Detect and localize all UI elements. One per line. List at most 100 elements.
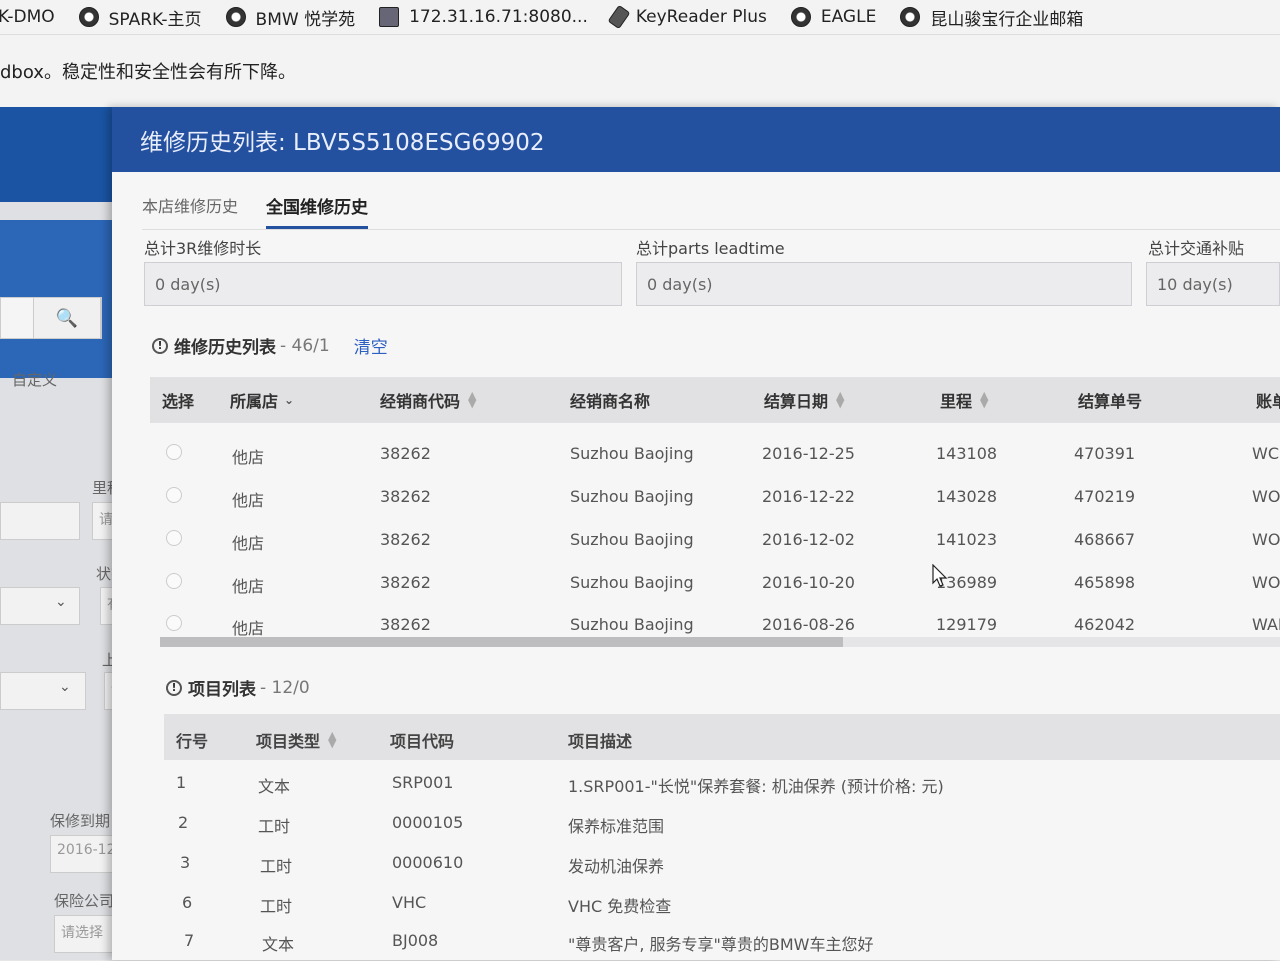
col-label: 所属店	[230, 392, 279, 411]
globe-icon	[900, 7, 921, 27]
cell-desc: 1.SRP001-"长悦"保养套餐: 机油保养 (预计价格: 元)	[568, 777, 944, 796]
cell-settle-no: 470219	[1074, 487, 1136, 506]
list-item[interactable]: 7 文本 BJ008 "尊贵客户, 服务专享"尊贵的BMW车主您好	[164, 921, 1280, 961]
col-label: 项目描述	[568, 732, 633, 751]
clear-link[interactable]: 清空	[354, 333, 388, 358]
cell-date: 2016-12-22	[762, 487, 855, 506]
col-settle-no: 结算单号	[1078, 388, 1142, 412]
cell-store: 他店	[232, 577, 265, 596]
col-line-no: 行号	[176, 728, 208, 752]
cell-settle-no: 468667	[1074, 530, 1136, 549]
cell-store: 他店	[232, 448, 265, 467]
cell-line: 1	[176, 773, 187, 792]
col-item-code: 项目代码	[390, 728, 454, 752]
cell-code: 0000610	[392, 853, 464, 872]
sort-icon: ▲ ▼	[980, 389, 989, 410]
scrollbar-thumb[interactable]	[160, 637, 843, 647]
cell-settle-no: 462042	[1074, 615, 1136, 634]
col-label: 结算单号	[1078, 392, 1143, 411]
col-item-desc: 项目描述	[568, 728, 632, 752]
cell-store: 他店	[232, 534, 265, 553]
chevron-down-icon: ⌄	[284, 393, 295, 407]
cell-code: SRP001	[392, 773, 454, 792]
modal-header: 维修历史列表: LBV5S5108ESG69902	[112, 107, 1280, 172]
search-icon: 🔍	[55, 307, 79, 329]
cell-settle-no: 470391	[1074, 444, 1136, 463]
bookmark-mail[interactable]: 昆山骏宝行企业邮箱	[900, 5, 1083, 30]
bmw-logo-icon	[790, 7, 811, 27]
bookmark-eagle[interactable]: EAGLE	[790, 7, 876, 27]
horizontal-scrollbar[interactable]	[160, 637, 1280, 647]
list-item[interactable]: 6 工时 VHC VHC 免费检查	[164, 883, 1280, 923]
cell-desc: VHC 免费检查	[568, 897, 672, 916]
summary-3r-value: 0 day(s)	[144, 262, 622, 306]
col-dealer-code[interactable]: 经销商代码 ▲ ▼	[380, 388, 476, 412]
table-row[interactable]: 他店 38262 Suzhou Baojing 2016-12-22 14302…	[150, 475, 1280, 517]
cell-line: 2	[178, 813, 189, 832]
mileage-from-field[interactable]	[0, 502, 80, 540]
col-label: 里程	[940, 392, 973, 411]
col-settle-date[interactable]: 结算日期 ▲ ▼	[764, 388, 844, 412]
items-title: 项目列表	[188, 680, 256, 700]
cell-bill: WOI	[1252, 530, 1280, 549]
summary-3r-label: 总计3R维修时长	[144, 239, 262, 258]
summary-parts-label: 总计parts leadtime	[636, 239, 785, 258]
status-select[interactable]: ⌄	[0, 587, 80, 625]
tab-divider	[142, 229, 1280, 230]
col-label: 经销商名称	[570, 392, 651, 411]
row-radio[interactable]	[166, 615, 182, 631]
list-item[interactable]: 3 工时 0000610 发动机油保养	[164, 843, 1280, 883]
repair-history-modal: 维修历史列表: LBV5S5108ESG69902 本店维修历史 全国维修历史 …	[112, 107, 1280, 960]
cell-dealer-name: Suzhou Baojing	[570, 573, 694, 592]
browser-infobar: dbox。稳定性和安全性会有所下降。	[0, 35, 1280, 107]
col-store[interactable]: 所属店 ⌄	[230, 388, 294, 412]
list-item[interactable]: 1 文本 SRP001 1.SRP001-"长悦"保养套餐: 机油保养 (预计价…	[164, 763, 1280, 803]
items-section-title: ! 项目列表 - 12/0	[166, 675, 310, 700]
table-row[interactable]: 他店 38262 Suzhou Baojing 2016-10-20 13698…	[150, 561, 1280, 603]
col-mileage[interactable]: 里程 ▲ ▼	[940, 388, 988, 412]
search-button[interactable]: 🔍	[33, 297, 101, 339]
cell-store: 他店	[232, 491, 265, 510]
table-row[interactable]: 他店 38262 Suzhou Baojing 2016-12-02 14102…	[150, 518, 1280, 560]
cell-line: 7	[184, 931, 195, 950]
last-select[interactable]: ⌄	[0, 672, 86, 710]
col-item-type[interactable]: 项目类型 ▲ ▼	[256, 728, 336, 752]
sort-icon: ▲ ▼	[328, 729, 337, 750]
bmw-logo-icon	[225, 7, 246, 27]
table-row[interactable]: 他店 38262 Suzhou Baojing 2016-12-25 14310…	[150, 432, 1280, 474]
tab-local-history[interactable]: 本店维修历史	[142, 193, 238, 229]
key-icon	[607, 4, 631, 30]
sort-icon: ▲ ▼	[468, 389, 477, 410]
bookmark-ip-address[interactable]: 172.31.16.71:8080...	[379, 7, 588, 27]
cell-bill: WOF	[1252, 573, 1280, 592]
row-radio[interactable]	[166, 444, 182, 460]
cell-line: 6	[182, 893, 193, 912]
col-label: 经销商代码	[380, 392, 461, 411]
col-label: 账单	[1256, 392, 1280, 411]
history-table-header: 选择 所属店 ⌄ 经销商代码 ▲ ▼ 经销商名称 结算日期 ▲ ▼ 里程 ▲ ▼ 结算单号 账…	[150, 377, 1280, 423]
cell-bill: WAR	[1252, 615, 1280, 634]
bookmarks-bar: K-DMO SPARK-主页 BMW 悦学苑 172.31.16.71:8080…	[0, 0, 1280, 35]
bookmark-spark[interactable]: SPARK-主页	[78, 5, 202, 30]
bookmark-label: 昆山骏宝行企业邮箱	[930, 9, 1084, 30]
row-radio[interactable]	[166, 573, 182, 589]
row-radio[interactable]	[166, 487, 182, 503]
cell-date: 2016-12-25	[762, 444, 855, 463]
bookmark-bmw-academy[interactable]: BMW 悦学苑	[225, 5, 355, 30]
cell-dealer-name: Suzhou Baojing	[570, 615, 694, 634]
row-radio[interactable]	[166, 530, 182, 546]
cell-mileage: 129179	[936, 615, 998, 634]
cell-mileage: 141023	[936, 530, 998, 549]
list-item[interactable]: 2 工时 0000105 保养标准范围	[164, 803, 1280, 843]
bmw-logo-icon	[78, 7, 99, 27]
cell-type: 文本	[258, 777, 291, 796]
cell-type: 工时	[258, 817, 291, 836]
tab-national-history[interactable]: 全国维修历史	[266, 193, 369, 229]
cell-type: 工时	[260, 897, 293, 916]
history-tabs: 本店维修历史 全国维修历史	[142, 193, 396, 229]
bookmark-label: K-DMO	[0, 7, 55, 27]
cell-mileage: 143028	[936, 487, 998, 506]
history-section-title: ! 维修历史列表 - 46/1 清空	[152, 333, 388, 358]
bookmark-keyreader[interactable]: KeyReader Plus	[607, 4, 767, 30]
bookmark-kdmo[interactable]: K-DMO	[0, 7, 55, 27]
